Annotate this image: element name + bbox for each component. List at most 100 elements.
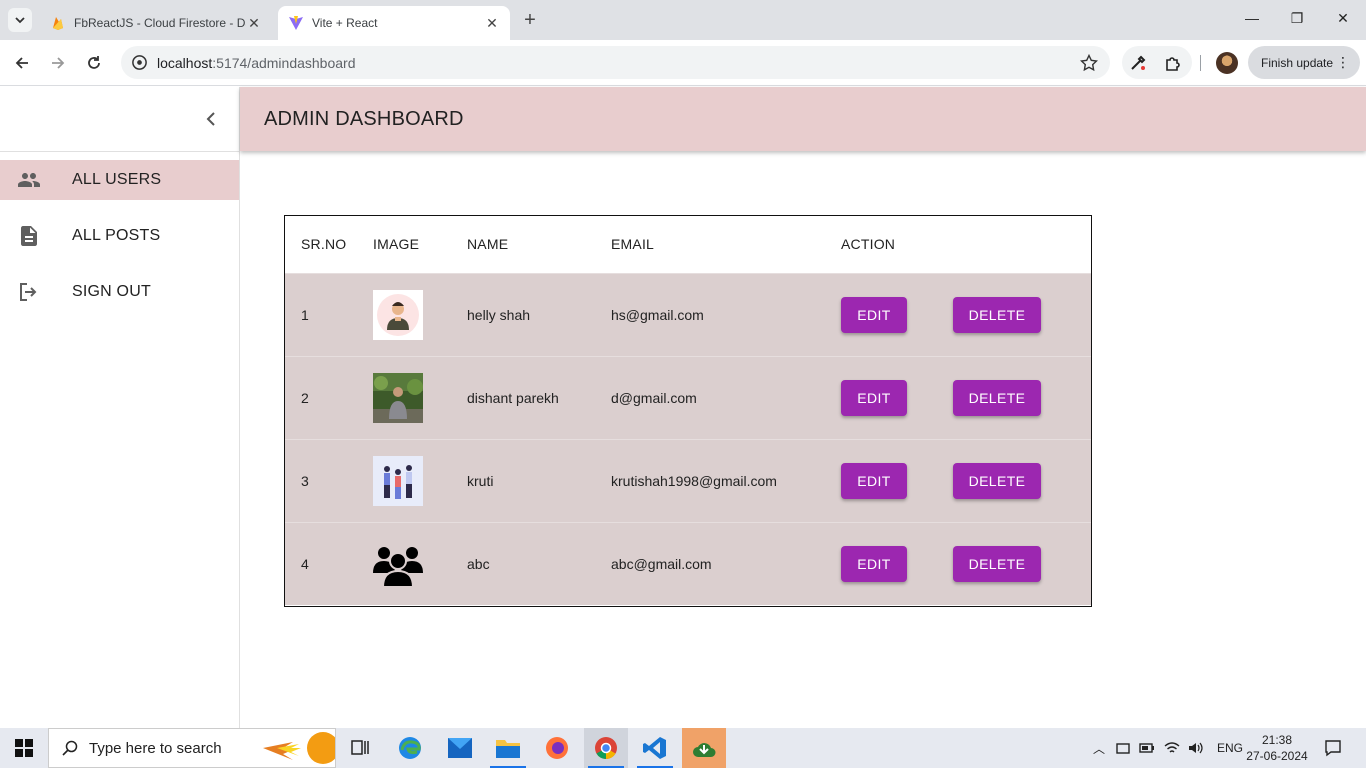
edit-button[interactable]: EDIT [841,296,907,333]
battery-icon[interactable] [1139,742,1155,754]
chevron-left-icon[interactable] [201,109,221,129]
folder-icon [496,740,520,758]
sidebar-menu: ALL USERS ALL POSTS SIGN OUT [0,160,239,312]
taskbar-firefox[interactable] [535,728,579,768]
sun-illustration [263,732,335,764]
sr-cell: 1 [301,306,309,323]
email-cell: abc@gmail.com [611,555,712,572]
group-icon [373,546,423,588]
browser-toolbar: localhost:5174/admindashboard Finish upd… [0,40,1366,86]
site-info-icon[interactable] [131,54,148,71]
tab-title: FbReactJS - Cloud Firestore - Da [74,16,246,30]
clock-date: 27-06-2024 [1246,749,1308,763]
reload-icon [88,56,100,69]
taskbar-chrome[interactable] [584,728,628,768]
column-header: ACTION [841,236,896,253]
profile-avatar[interactable] [1216,52,1238,74]
sr-cell: 3 [301,472,309,489]
email-cell: krutishah1998@gmail.com [611,472,777,489]
app-header: ADMIN DASHBOARD [240,87,1366,151]
taskbar-vscode[interactable] [633,728,677,768]
tab-vite-react[interactable]: Vite + React ✕ [278,6,510,40]
firefox-icon [546,737,568,759]
users-table-container: SR.NO IMAGE NAME EMAIL ACTION 1 helly sh… [284,215,1092,607]
edit-button[interactable]: EDIT [841,545,907,582]
puzzle-icon[interactable] [1164,54,1182,72]
taskbar-search[interactable]: Type here to search [48,728,336,768]
arrow-right-icon [52,57,65,69]
article-icon [21,226,37,246]
back-button[interactable] [9,50,35,76]
task-view-button[interactable] [338,728,382,768]
edit-button[interactable]: EDIT [841,379,907,416]
task-view-icon [351,740,369,755]
sidebar-item-sign-out[interactable]: SIGN OUT [0,272,239,312]
avatar-man-icon [373,289,423,340]
system-clock[interactable]: 21:38 27-06-2024 [1244,732,1310,764]
delete-button[interactable]: DELETE [953,379,1041,416]
column-header: NAME [467,236,509,253]
close-icon[interactable]: ✕ [246,15,262,32]
tab-title: Vite + React [312,16,378,30]
delete-button[interactable]: DELETE [953,545,1041,582]
arrow-left-icon [15,57,28,69]
taskbar-file-explorer[interactable] [486,728,530,768]
sidebar-item-all-users[interactable]: ALL USERS [0,160,239,200]
wifi-icon[interactable] [1164,741,1180,755]
meet-now-icon[interactable] [1116,741,1130,755]
logout-icon [20,283,37,301]
table-header-row: SR.NO IMAGE NAME EMAIL ACTION [285,216,1091,273]
sidebar-item-label: ALL USERS [72,171,162,188]
more-vert-icon: ⋮ [1336,54,1350,70]
clock-time: 21:38 [1261,733,1293,747]
people-icon [18,173,40,187]
chrome-icon [595,737,617,759]
taskbar-mail[interactable] [438,728,482,768]
delete-button[interactable]: DELETE [953,296,1041,333]
url-host: localhost [157,54,213,71]
table-row: 4 abc abc@gmail.com EDIT DELETE [285,522,1091,605]
tab-firestore[interactable]: FbReactJS - Cloud Firestore - Da ✕ [40,6,272,40]
column-header: EMAIL [611,236,655,253]
reload-button[interactable] [81,50,107,76]
close-window-button[interactable]: ✕ [1331,10,1355,30]
forward-button[interactable] [45,50,71,76]
restore-button[interactable]: ❐ [1285,10,1309,30]
address-bar[interactable]: localhost:5174/admindashboard [121,46,1110,79]
page-title: ADMIN DASHBOARD [264,107,464,130]
name-cell: abc [467,555,490,572]
extensions-group [1122,46,1192,79]
column-header: IMAGE [373,236,420,253]
url-path: :5174/admindashboard [212,54,356,71]
taskbar-download-app[interactable] [682,728,726,768]
minimize-button[interactable]: — [1240,10,1264,30]
name-cell: helly shah [467,306,531,323]
language-indicator[interactable]: ENG [1217,741,1243,755]
mail-icon [448,738,472,758]
delete-button[interactable]: DELETE [953,462,1041,499]
edit-button[interactable]: EDIT [841,462,907,499]
taskbar-edge[interactable] [388,728,432,768]
browser-tabstrip: FbReactJS - Cloud Firestore - Da ✕ Vite … [0,0,1366,40]
start-button[interactable] [0,728,48,768]
edge-icon [399,737,421,759]
windows-taskbar: Type here to search ︿ ENG 21:38 27-06-20… [0,728,1366,768]
tab-search-button[interactable] [8,8,32,32]
volume-icon[interactable] [1188,741,1204,755]
eyedropper-icon[interactable] [1129,54,1147,72]
email-cell: d@gmail.com [611,389,697,406]
finish-update-label: Finish update [1261,55,1334,70]
finish-update-button[interactable]: Finish update ⋮ [1248,46,1360,79]
search-icon [62,740,78,756]
sr-cell: 4 [301,555,309,572]
close-icon[interactable]: ✕ [484,15,500,32]
sidebar-item-label: ALL POSTS [72,227,161,244]
notification-button[interactable] [1322,728,1344,768]
sidebar: ALL USERS ALL POSTS SIGN OUT [0,87,240,728]
new-tab-button[interactable]: + [518,10,542,30]
table-row: 3 kruti krutishah1998@gmail.com EDIT DEL… [285,439,1091,522]
chevron-up-icon[interactable]: ︿ [1090,740,1108,757]
bookmark-star-icon[interactable] [1080,54,1098,72]
firebase-icon [53,17,63,30]
sidebar-item-all-posts[interactable]: ALL POSTS [0,216,239,256]
